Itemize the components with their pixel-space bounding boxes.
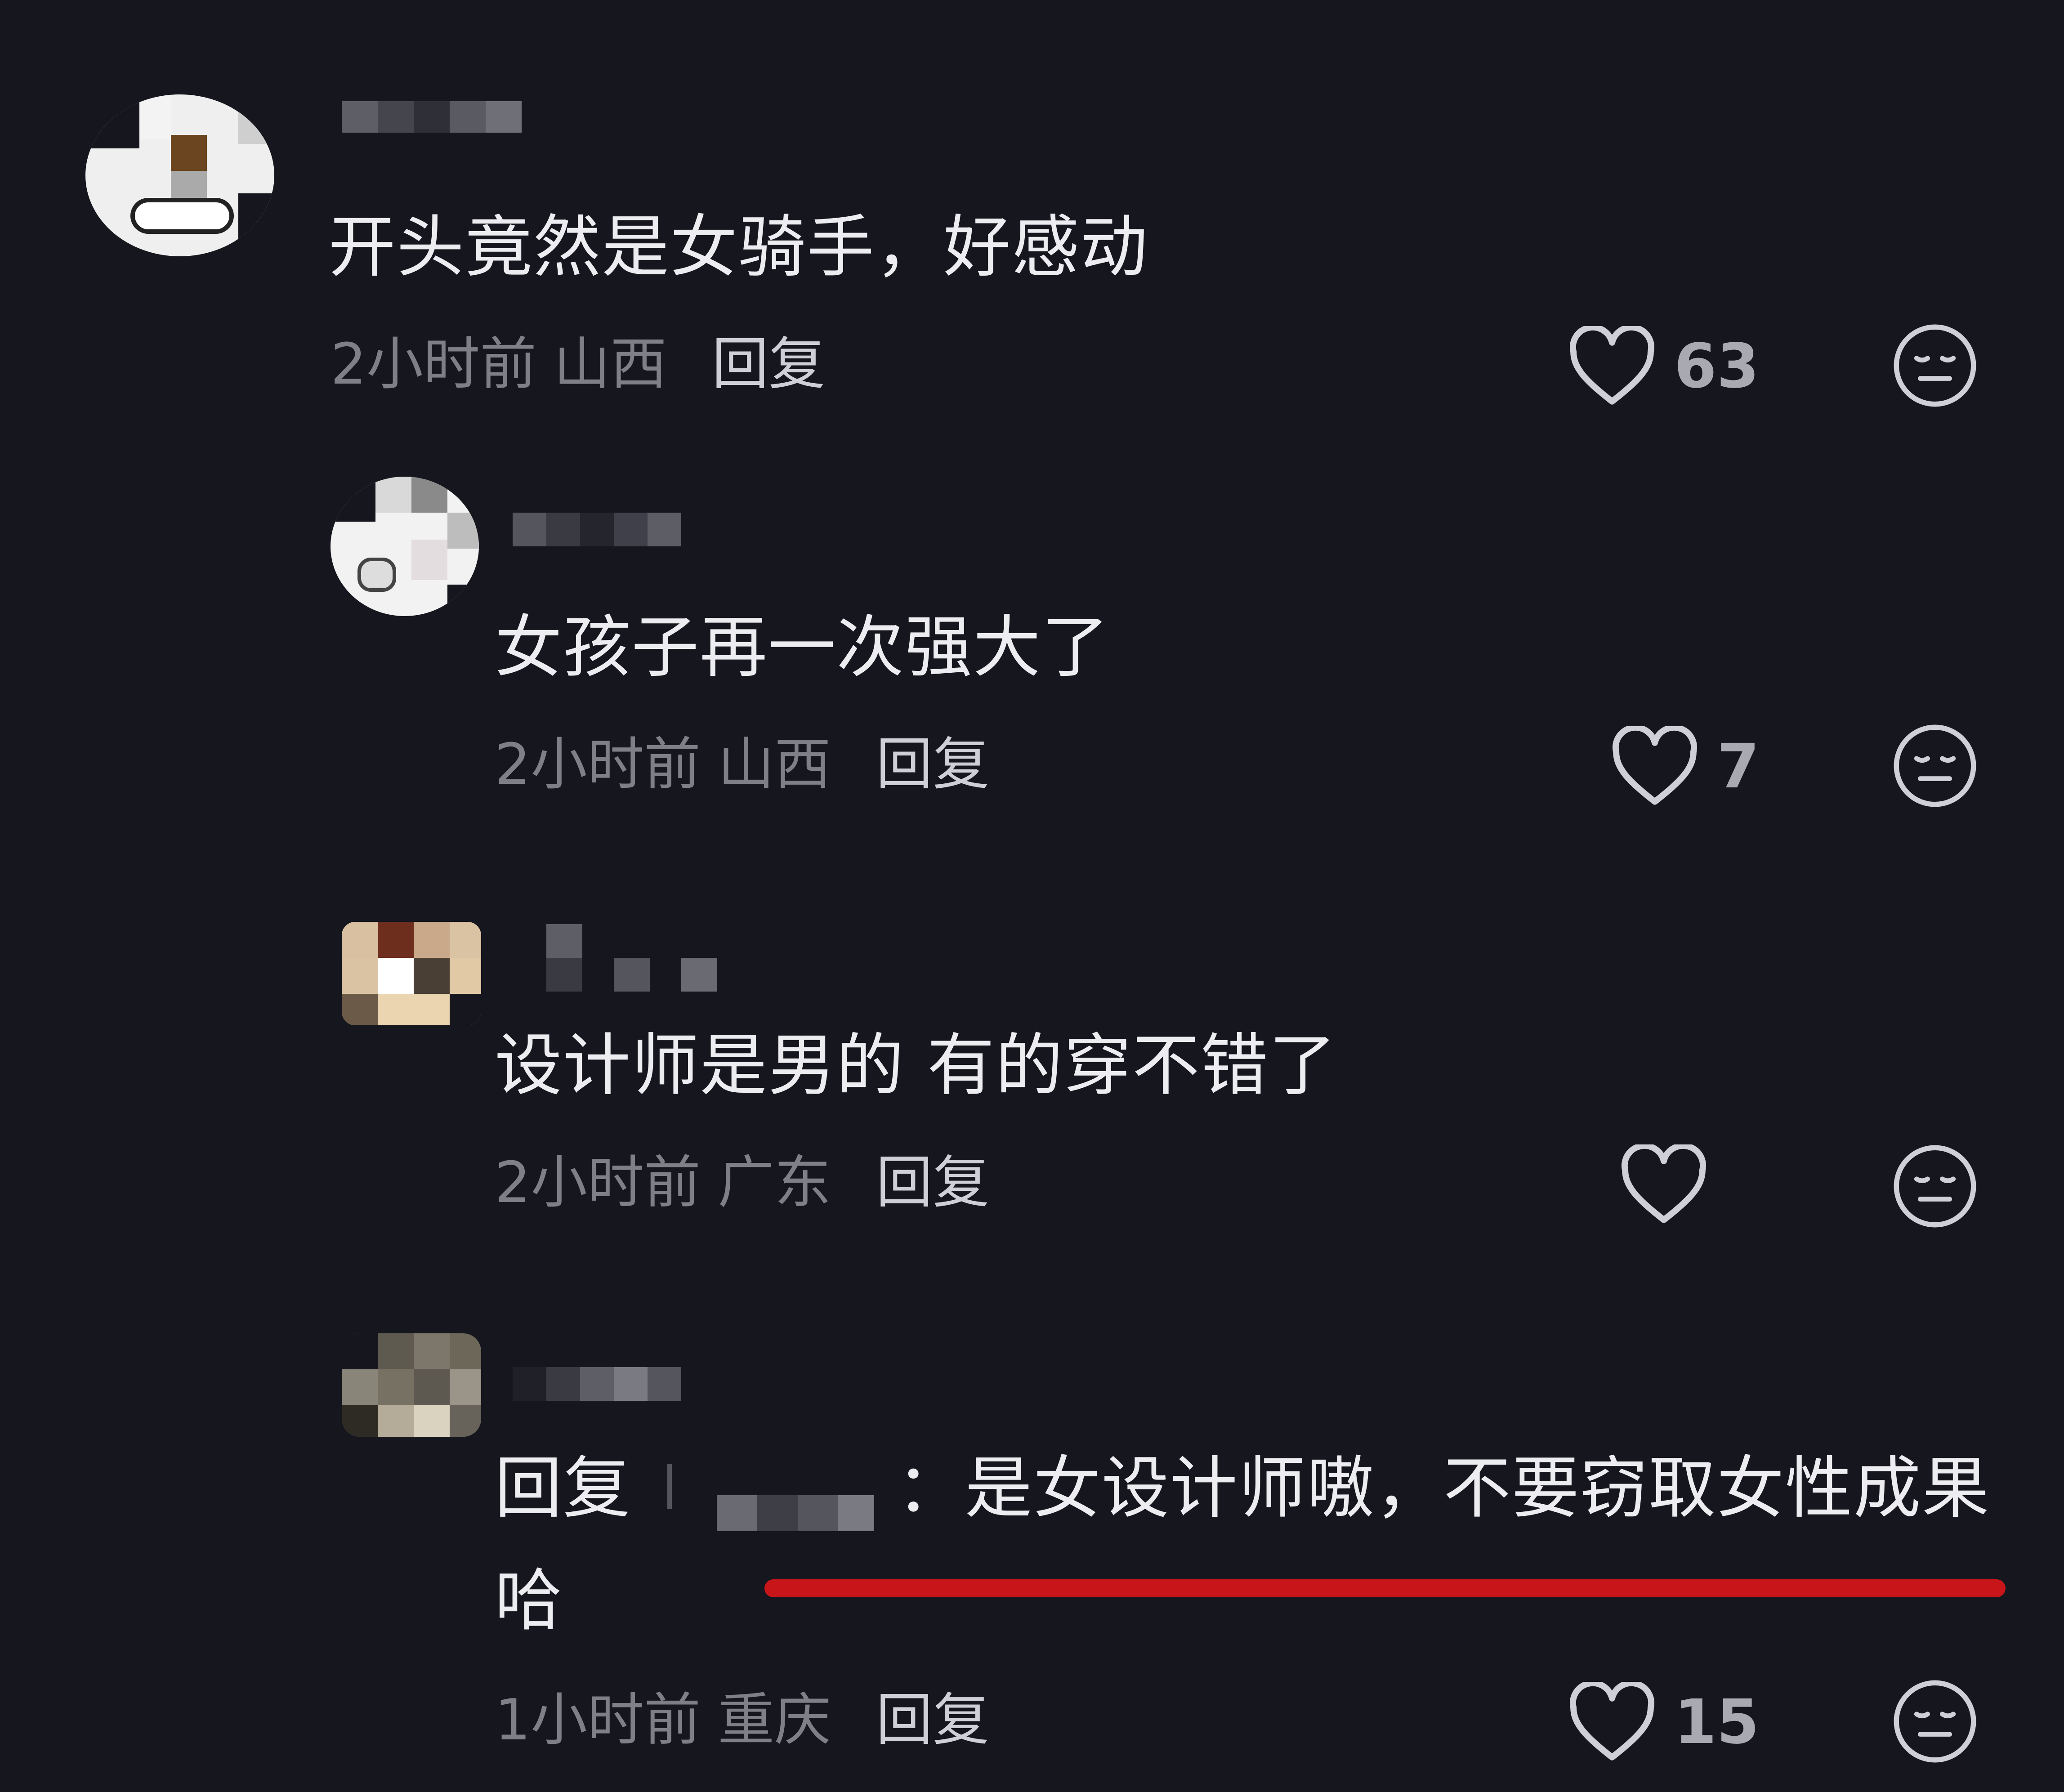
avatar[interactable]	[342, 922, 481, 1025]
comment-list: 开头竟然是女骑手，好感动 2小时前 山西 回复 63 女孩子再一次强大了 2小时…	[0, 0, 2064, 1792]
comment-time: 1小时前	[495, 1687, 701, 1753]
like-button[interactable]: 63	[1567, 322, 1759, 411]
heart-outline-icon	[1569, 326, 1655, 405]
comment-time: 2小时前	[495, 731, 701, 797]
reply-prefix: 回复	[495, 1449, 632, 1528]
comment-text: 回复 ：是女设计师嗷，不要窃取女性成果	[495, 1434, 1990, 1542]
comment-text: 女孩子再一次强大了	[495, 608, 1110, 687]
username-blurred[interactable]	[513, 513, 681, 546]
heart-outline-icon	[1621, 1144, 1707, 1223]
like-button[interactable]: 7	[1610, 722, 1760, 812]
comment-location: 广东	[718, 1149, 831, 1216]
reply-button[interactable]: 回复	[876, 1687, 989, 1753]
meh-face-icon[interactable]	[1891, 1677, 1979, 1765]
comment-location: 重庆	[718, 1687, 831, 1753]
comment-text: 设计师是男的 有的穿不错了	[495, 1027, 1337, 1105]
highlight-underline	[764, 1579, 2006, 1597]
avatar[interactable]	[342, 1333, 481, 1437]
meh-face-icon[interactable]	[1891, 322, 1979, 410]
meh-face-icon[interactable]	[1891, 1142, 1979, 1230]
comment-location: 山西	[718, 731, 831, 797]
avatar[interactable]	[331, 477, 479, 616]
heart-outline-icon	[1612, 726, 1698, 805]
comment-time: 2小时前	[495, 1149, 701, 1216]
comment-meta: 2小时前 山西 回复	[495, 724, 989, 805]
mentioned-username-blurred[interactable]	[667, 1459, 897, 1531]
reply-button[interactable]: 回复	[876, 731, 989, 797]
meh-face-icon[interactable]	[1891, 722, 1979, 810]
comment-location: 山西	[554, 331, 667, 397]
reply-button[interactable]: 回复	[712, 331, 825, 397]
comment-text-body: ：是女设计师嗷，不要窃取女性成果	[896, 1449, 1990, 1528]
comment-meta: 2小时前 山西 回复	[331, 324, 825, 405]
comment-meta: 1小时前 重庆 回复	[495, 1680, 989, 1761]
username-blurred[interactable]	[513, 1367, 681, 1401]
like-button[interactable]: 15	[1567, 1677, 1759, 1767]
username-blurred[interactable]	[342, 101, 522, 133]
like-count: 7	[1717, 731, 1760, 802]
heart-outline-icon	[1569, 1682, 1655, 1761]
comment-meta: 2小时前 广东 回复	[495, 1142, 989, 1223]
avatar[interactable]	[85, 94, 274, 256]
username-blurred[interactable]	[546, 924, 717, 992]
like-count: 15	[1674, 1687, 1760, 1758]
reply-button[interactable]: 回复	[876, 1149, 989, 1216]
like-count: 63	[1674, 331, 1760, 402]
comment-text: 开头竟然是女骑手，好感动	[328, 208, 1149, 286]
comment-text-line2: 哈	[495, 1562, 563, 1640]
comment-time: 2小时前	[331, 331, 537, 397]
like-button[interactable]	[1619, 1140, 1726, 1230]
